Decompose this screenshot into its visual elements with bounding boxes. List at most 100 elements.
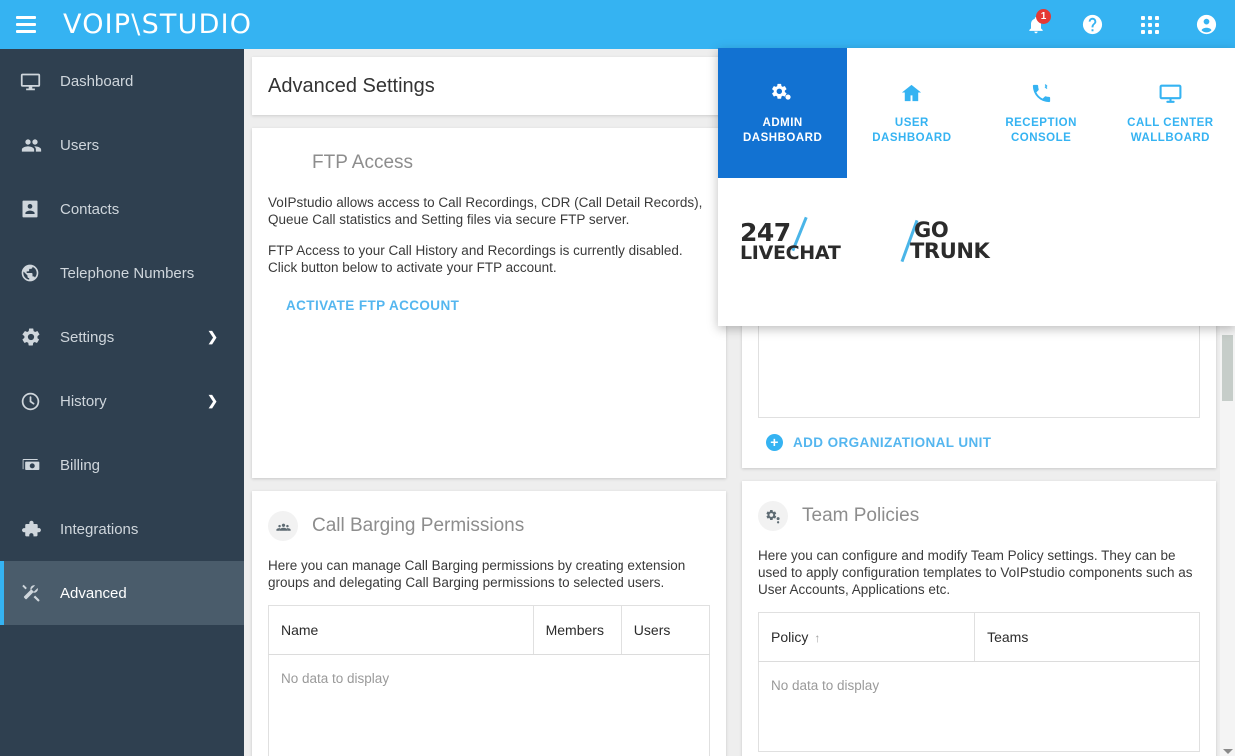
gotrunk-logo-bottom: TRUNK [910,239,989,263]
application-window: VOIP\STUDIO 1 [0,0,1235,756]
sidebar-item-label: Billing [60,457,100,474]
app-tile-line2: WALLBOARD [1131,131,1210,146]
ftp-paragraph-1: VoIPstudio allows access to Call Recordi… [268,194,710,228]
call-barging-card-title: Call Barging Permissions [312,515,524,537]
call-barging-paragraph: Here you can manage Call Barging permiss… [268,557,710,591]
column-header-teams[interactable]: Teams [975,613,1200,662]
globe-icon [20,262,48,284]
gotrunk-logo[interactable]: GO TRUNK [894,218,999,266]
sidebar-item-billing[interactable]: Billing [0,433,244,497]
sidebar-item-label: Telephone Numbers [60,265,194,282]
column-header-policy[interactable]: Policy↑ [759,613,975,662]
ftp-card-header: FTP Access [252,128,726,180]
column-header-members[interactable]: Members [533,606,621,655]
call-barging-card-header: Call Barging Permissions [252,491,726,543]
247-logo-bottom: LIVECHAT [740,242,841,264]
ftp-card-body: VoIPstudio allows access to Call Recordi… [252,180,726,331]
account-glyph [1195,13,1218,36]
sidebar-item-advanced[interactable]: Advanced [0,561,244,625]
money-icon [20,454,48,476]
help-glyph [1081,13,1104,36]
sidebar-item-history[interactable]: History ❯ [0,369,244,433]
apps-grid-icon[interactable] [1121,0,1178,49]
sidebar-item-users[interactable]: Users [0,113,244,177]
app-tile-line2: DASHBOARD [872,131,951,146]
apps-grid-glyph [1141,16,1159,34]
monitor-icon [1158,81,1183,107]
app-tile-line1: CALL CENTER [1127,116,1213,131]
app-tile-reception-console[interactable]: RECEPTION CONSOLE [977,48,1106,178]
add-organizational-unit-button[interactable]: + ADD ORGANIZATIONAL UNIT [766,434,991,451]
column-header-name[interactable]: Name [269,606,534,655]
monitor-icon [20,70,48,92]
call-barging-card-body: Here you can manage Call Barging permiss… [252,543,726,756]
call-barging-permissions-card: Call Barging Permissions Here you can ma… [252,491,726,756]
sidebar-item-settings[interactable]: Settings ❯ [0,305,244,369]
column-header-users[interactable]: Users [621,606,709,655]
sidebar-item-telephone-numbers[interactable]: Telephone Numbers [0,241,244,305]
sidebar-item-label: Contacts [60,201,119,218]
ftp-access-card: FTP Access VoIPstudio allows access to C… [252,128,726,478]
app-tile-line1: ADMIN [763,116,803,131]
sidebar-item-label: Dashboard [60,73,133,90]
app-tile-admin-dashboard[interactable]: ADMIN DASHBOARD [718,48,847,178]
brand-logo: VOIP\STUDIO [63,9,252,40]
team-policies-table: Policy↑ Teams No data to display [758,612,1200,752]
team-policies-card-title: Team Policies [802,505,919,527]
add-organizational-unit-label: ADD ORGANIZATIONAL UNIT [793,435,991,450]
phone-handset-icon [1030,81,1053,107]
team-policies-paragraph: Here you can configure and modify Team P… [758,547,1200,598]
call-barging-table: Name Members Users No data to display [268,605,710,756]
sidebar-item-label: Integrations [60,521,138,538]
gears-icon [758,501,788,531]
team-policies-table-body: No data to display [759,662,1200,752]
puzzle-icon [20,518,48,540]
team-policies-card-header: Team Policies [742,481,1216,533]
team-policies-card: Team Policies Here you can configure and… [742,481,1216,756]
home-icon [900,81,923,107]
team-policies-table-head: Policy↑ Teams [759,613,1200,662]
app-tile-user-dashboard[interactable]: USER DASHBOARD [847,48,976,178]
call-barging-table-body: No data to display [269,655,710,756]
chevron-right-icon: ❯ [207,329,218,345]
sidebar-item-label: Users [60,137,99,154]
users-icon [20,134,48,156]
scrollbar-thumb[interactable] [1222,335,1233,401]
apps-tile-list: ADMIN DASHBOARD USER DASHBOARD RECEPTION… [718,48,1235,178]
table-row: No data to display [269,655,710,756]
people-group-icon [268,511,298,541]
sidebar-item-integrations[interactable]: Integrations [0,497,244,561]
table-header-row: Name Members Users [269,606,710,655]
ftp-paragraph-2: FTP Access to your Call History and Reco… [268,242,710,276]
ftp-card-title: FTP Access [312,152,413,174]
left-column: Advanced Settings FTP Access VoIPstudio … [252,57,726,756]
scroll-down-arrow-icon[interactable] [1223,749,1233,754]
sidebar-item-label: History [60,393,107,410]
team-policies-card-body: Here you can configure and modify Team P… [742,533,1216,756]
sidebar-item-label: Settings [60,329,114,346]
247-livechat-logo[interactable]: 247 LIVECHAT [740,218,832,266]
call-barging-empty-text: No data to display [269,655,710,756]
top-bar: VOIP\STUDIO 1 [0,0,1235,49]
app-tile-call-center-wallboard[interactable]: CALL CENTER WALLBOARD [1106,48,1235,178]
topbar-actions: 1 [1007,0,1235,49]
notification-badge: 1 [1036,9,1051,24]
account-icon[interactable] [1178,0,1235,49]
app-tile-line2: DASHBOARD [743,131,822,146]
help-icon[interactable] [1064,0,1121,49]
plus-circle-icon: + [766,434,783,451]
app-tile-line1: RECEPTION [1005,116,1077,131]
bell-icon[interactable]: 1 [1007,0,1064,49]
gear-icon [20,326,48,348]
team-policies-empty-text: No data to display [759,662,1200,752]
sidebar-item-contacts[interactable]: Contacts [0,177,244,241]
activate-ftp-account-button[interactable]: ACTIVATE FTP ACCOUNT [286,298,459,313]
app-tile-line2: CONSOLE [1011,131,1071,146]
table-row: No data to display [759,662,1200,752]
tools-icon [20,582,48,604]
sort-ascending-icon: ↑ [814,631,820,645]
hamburger-icon[interactable] [16,15,42,35]
sidebar-item-dashboard[interactable]: Dashboard [0,49,244,113]
contact-card-icon [20,198,48,220]
call-barging-table-head: Name Members Users [269,606,710,655]
